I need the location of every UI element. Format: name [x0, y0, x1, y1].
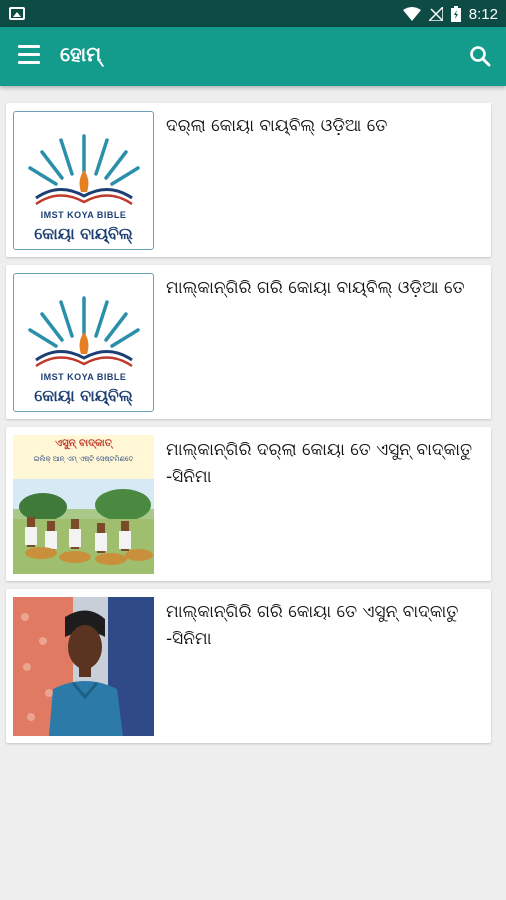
list-item-title: ମାଲ୍‌କାନ୍‌ଗିରି ଗରି କୋୟା ତେ ଏସୁନ୍ ବାଦ୍‌କା… — [166, 602, 459, 649]
app-bar: ହୋମ୍ — [0, 27, 506, 86]
list-item-title: ଦର୍‌ଲା କୋୟା ବାୟ୍‌ବିଲ୍ ଓଡ଼ିଆ ତେ — [166, 116, 388, 136]
list-item-title: ମାଲ୍‌କାନ୍‌ଗିରି ଦର୍‌ଲା କୋୟା ତେ ଏସୁନ୍ ବାଦ୍… — [166, 440, 473, 487]
poster-title: ଏସୁନ୍ ବାଦ୍‌କାତ୍ — [55, 438, 112, 449]
wifi-icon — [402, 7, 421, 21]
page-title: ହୋମ୍ — [60, 42, 102, 66]
logo-caption-or: କୋୟା ବାୟ୍‌ବିଲ୍ — [34, 386, 133, 405]
list-item[interactable]: IMST KOYA BIBLE କୋୟା ବାୟ୍‌ବିଲ୍ ଦର୍‌ଲା କୋ… — [6, 103, 491, 257]
dancers-photo — [13, 479, 154, 574]
content-list: IMST KOYA BIBLE କୋୟା ବାୟ୍‌ବିଲ୍ ଦର୍‌ଲା କୋ… — [6, 103, 491, 751]
no-signal-icon — [428, 7, 443, 21]
search-icon[interactable] — [468, 44, 492, 68]
poster-banner: ଏସୁନ୍ ବାଦ୍‌କାତ୍ ଇଲିକ୍ ଆନ୍ ଏମ୍ ଏଷ୍ଟି ସେଷ୍… — [13, 435, 154, 479]
menu-icon[interactable] — [18, 45, 40, 65]
logo-caption-or: କୋୟା ବାୟ୍‌ବିଲ୍ — [34, 224, 133, 243]
list-item[interactable]: IMST KOYA BIBLE କୋୟା ବାୟ୍‌ବିଲ୍ ମାଲ୍‌କାନ୍… — [6, 265, 491, 419]
poster-subtitle: ଇଲିକ୍ ଆନ୍ ଏମ୍ ଏଷ୍ଟି ସେଷ୍ଟମିଣତେ — [33, 455, 134, 463]
singer-photo — [13, 597, 154, 736]
sunrise-book-icon — [28, 134, 140, 206]
image-notification-icon — [9, 7, 25, 20]
portrait-thumbnail — [13, 597, 154, 736]
status-icons: 8:12 — [402, 4, 498, 24]
status-bar: 8:12 — [0, 0, 506, 27]
battery-charging-icon — [450, 6, 461, 22]
film-poster-thumbnail: ଏସୁନ୍ ବାଦ୍‌କାତ୍ ଇଲିକ୍ ଆନ୍ ଏମ୍ ଏଷ୍ଟି ସେଷ୍… — [13, 435, 154, 574]
list-item[interactable]: ମାଲ୍‌କାନ୍‌ଗିରି ଗରି କୋୟା ତେ ଏସୁନ୍ ବାଦ୍‌କା… — [6, 589, 491, 743]
logo-caption-en: IMST KOYA BIBLE — [40, 210, 127, 220]
koya-bible-logo: IMST KOYA BIBLE କୋୟା ବାୟ୍‌ବିଲ୍ — [13, 111, 154, 250]
logo-caption-en: IMST KOYA BIBLE — [40, 372, 127, 382]
koya-bible-logo: IMST KOYA BIBLE କୋୟା ବାୟ୍‌ବିଲ୍ — [13, 273, 154, 412]
list-item-title: ମାଲ୍‌କାନ୍‌ଗିରି ଗରି କୋୟା ବାୟ୍‌ବିଲ୍ ଓଡ଼ିଆ … — [166, 278, 465, 298]
list-item[interactable]: ଏସୁନ୍ ବାଦ୍‌କାତ୍ ଇଲିକ୍ ଆନ୍ ଏମ୍ ଏଷ୍ଟି ସେଷ୍… — [6, 427, 491, 581]
sunrise-book-icon — [28, 296, 140, 368]
status-time: 8:12 — [468, 5, 498, 23]
